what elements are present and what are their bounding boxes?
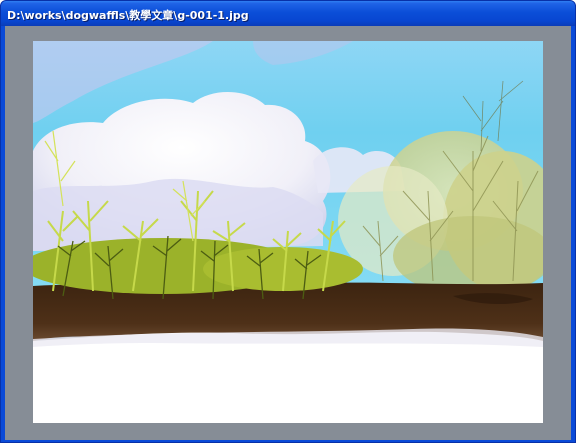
landscape-painting [33,41,543,423]
image-viewport [5,26,571,440]
image-viewer-window: D:\works\dogwaffls\教學文章\g-001-1.jpg [0,0,576,443]
image-canvas [33,41,543,423]
title-bar[interactable]: D:\works\dogwaffls\教學文章\g-001-1.jpg [1,1,575,26]
window-title: D:\works\dogwaffls\教學文章\g-001-1.jpg [7,9,249,22]
foreground [33,331,543,423]
